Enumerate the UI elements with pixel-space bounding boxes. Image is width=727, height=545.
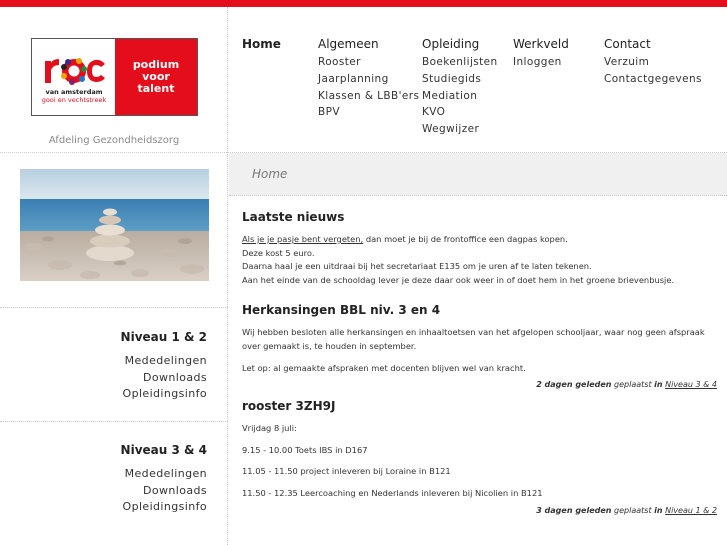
- news-post: rooster 3ZH9J Vrijdag 8 juli: 9.15 - 10.…: [242, 399, 717, 514]
- sidebar-link-opleidingsinfo[interactable]: Opleidingsinfo: [0, 386, 207, 403]
- post-text: Deze kost 5 euro.: [242, 247, 315, 258]
- pebbles-image: [20, 169, 209, 281]
- post-text: Daarna haal je een uitdraai bij het secr…: [242, 261, 592, 272]
- post-meta: 2 dagen geleden geplaatst in Niveau 3 & …: [242, 380, 717, 389]
- post-category-link[interactable]: Niveau 3 & 4: [665, 380, 717, 389]
- sidebar-link-downloads[interactable]: Downloads: [0, 483, 207, 500]
- breadcrumb: Home: [252, 167, 288, 181]
- nav-head-algemeen[interactable]: Algemeen: [318, 37, 419, 52]
- post-placed-label: geplaatst: [614, 380, 652, 390]
- post-paragraph: 11.05 - 11.50 project inleveren bij Lora…: [242, 466, 451, 477]
- post-placed-label: geplaatst: [614, 505, 652, 515]
- post-title[interactable]: Herkansingen BBL niv. 3 en 4: [242, 303, 717, 317]
- nav-head-opleiding[interactable]: Opleiding: [422, 37, 498, 52]
- nav-item-inloggen[interactable]: Inloggen: [513, 54, 569, 71]
- post-paragraph: Let op: al gemaakte afspraken met docent…: [242, 362, 526, 373]
- roc-logo-panel: van amsterdam gooi en vechtstreek: [32, 39, 115, 115]
- post-paragraph: Wij hebben besloten alle herkansingen en…: [242, 327, 705, 351]
- nav-item-verzuim[interactable]: Verzuim: [604, 54, 702, 71]
- sidebar-block-title: Niveau 1 & 2: [120, 330, 207, 344]
- post-in-label: in: [654, 380, 663, 390]
- sidebar-link-mededelingen[interactable]: Mededelingen: [0, 353, 207, 370]
- top-accent-bar: [0, 0, 727, 7]
- nav-item-klassen-lbbers[interactable]: Klassen & LBB'ers: [318, 88, 419, 105]
- post-age: 2 dagen geleden: [536, 380, 612, 390]
- sidebar-niveau-1-2: Niveau 1 & 2 Mededelingen Downloads Ople…: [0, 330, 228, 403]
- nav-head-werkveld[interactable]: Werkveld: [513, 37, 569, 52]
- post-text: Aan het einde van de schooldag lever je …: [242, 274, 675, 285]
- pebbles-photo: [20, 169, 209, 281]
- tagline-word: talent: [137, 82, 175, 95]
- news-post: Laatste nieuws Als je je pasje bent verg…: [242, 210, 717, 287]
- main-navigation: Home Algemeen Rooster Jaarplanning Klass…: [242, 37, 727, 147]
- nav-home[interactable]: Home: [242, 37, 281, 52]
- post-text: dan moet je bij de frontoffice een dagpa…: [363, 234, 568, 244]
- nav-column-contact: Contact Verzuim Contactgegevens: [604, 37, 702, 88]
- post-title[interactable]: Laatste nieuws: [242, 210, 717, 224]
- site-logo[interactable]: van amsterdam gooi en vechtstreek podium…: [31, 38, 198, 116]
- nav-item-jaarplanning[interactable]: Jaarplanning: [318, 71, 419, 88]
- sidebar-link-downloads[interactable]: Downloads: [0, 370, 207, 387]
- post-in-label: in: [654, 505, 663, 515]
- breadcrumb-bar: Home: [229, 153, 727, 196]
- tagline-panel: podium voor talent: [115, 39, 197, 115]
- nav-home-column: Home: [242, 37, 281, 54]
- news-content: Laatste nieuws Als je je pasje bent verg…: [242, 210, 717, 525]
- roc-logo-icon: [45, 58, 105, 85]
- sidebar-link-opleidingsinfo[interactable]: Opleidingsinfo: [0, 499, 207, 516]
- nav-item-bpv[interactable]: BPV: [318, 104, 419, 121]
- nav-item-boekenlijsten[interactable]: Boekenlijsten: [422, 54, 498, 71]
- nav-item-wegwijzer[interactable]: Wegwijzer: [422, 121, 498, 138]
- post-category-link[interactable]: Niveau 1 & 2: [665, 506, 717, 515]
- nav-item-rooster[interactable]: Rooster: [318, 54, 419, 71]
- nav-item-studiegids[interactable]: Studiegids: [422, 71, 498, 88]
- nav-column-werkveld: Werkveld Inloggen: [513, 37, 569, 71]
- post-meta: 3 dagen geleden geplaatst in Niveau 1 & …: [242, 506, 717, 515]
- sidebar-divider: [0, 421, 228, 422]
- sidebar-niveau-3-4: Niveau 3 & 4 Mededelingen Downloads Ople…: [0, 443, 228, 516]
- department-label: Afdeling Gezondheidszorg: [48, 135, 180, 146]
- nav-item-kvo[interactable]: KVO: [422, 104, 498, 121]
- post-paragraph: 11.50 - 12.35 Leercoaching en Nederlands…: [242, 487, 543, 498]
- nav-item-contactgegevens[interactable]: Contactgegevens: [604, 71, 702, 88]
- logo-line-2: gooi en vechtstreek: [41, 95, 107, 104]
- sidebar-divider: [0, 307, 228, 308]
- post-body: Als je je pasje bent vergeten, dan moet …: [242, 233, 717, 287]
- post-title[interactable]: rooster 3ZH9J: [242, 399, 717, 413]
- news-post: Herkansingen BBL niv. 3 en 4 Wij hebben …: [242, 303, 717, 389]
- sidebar-link-mededelingen[interactable]: Mededelingen: [0, 466, 207, 483]
- nav-column-algemeen: Algemeen Rooster Jaarplanning Klassen & …: [318, 37, 419, 121]
- sidebar-block-title: Niveau 3 & 4: [120, 443, 207, 457]
- post-paragraph: 9.15 - 10.00 Toets IBS in D167: [242, 444, 368, 455]
- post-paragraph: Vrijdag 8 juli:: [242, 423, 297, 434]
- nav-head-contact[interactable]: Contact: [604, 37, 702, 52]
- post-inline-link[interactable]: Als je je pasje bent vergeten,: [242, 234, 363, 244]
- nav-column-opleiding: Opleiding Boekenlijsten Studiegids Media…: [422, 37, 498, 138]
- nav-item-mediation[interactable]: Mediation: [422, 88, 498, 105]
- roc-logo-text: van amsterdam gooi en vechtstreek: [38, 88, 110, 104]
- post-age: 3 dagen geleden: [536, 505, 612, 515]
